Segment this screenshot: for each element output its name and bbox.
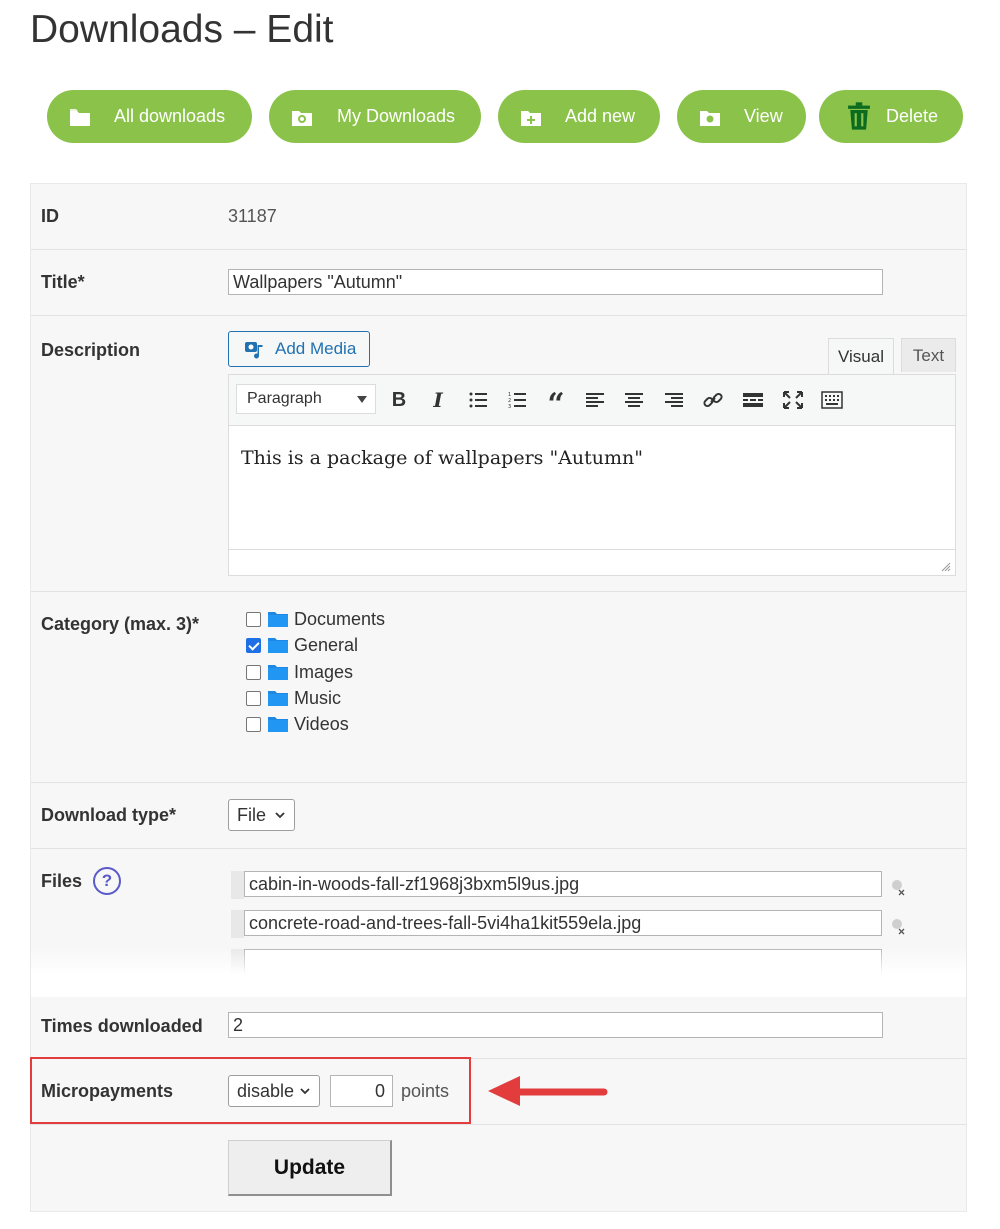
- title-label: Title*: [41, 272, 85, 292]
- view-button[interactable]: View: [677, 90, 806, 143]
- svg-text:3: 3: [508, 404, 511, 409]
- page-title: Downloads – Edit: [30, 8, 334, 51]
- folder-icon: [268, 665, 288, 680]
- title-input[interactable]: Wallpapers "Autumn": [228, 269, 883, 295]
- update-button[interactable]: Update: [228, 1140, 392, 1196]
- my-downloads-label: My Downloads: [337, 106, 456, 126]
- category-name: Videos: [294, 713, 349, 734]
- italic-icon[interactable]: I: [425, 387, 451, 413]
- folder-icon: [268, 691, 288, 706]
- category-label: Category (max. 3)*: [41, 614, 200, 634]
- times-downloaded-input[interactable]: 2: [228, 1012, 883, 1038]
- times-downloaded-row: Times downloaded 2: [31, 994, 966, 1059]
- add-new-label: Add new: [565, 106, 636, 126]
- category-item-documents[interactable]: Documents: [246, 608, 385, 630]
- remove-file-icon[interactable]: [891, 879, 907, 897]
- toolbar-toggle-icon[interactable]: [819, 387, 845, 413]
- category-item-music[interactable]: Music: [246, 687, 341, 709]
- folder-icon: [70, 109, 90, 126]
- help-icon[interactable]: ?: [93, 867, 121, 895]
- all-downloads-label: All downloads: [114, 106, 226, 126]
- editor-toolbar: Paragraph B I 123 “: [229, 375, 955, 426]
- download-type-select[interactable]: File: [228, 799, 295, 831]
- arrow-left-icon: [488, 1076, 608, 1106]
- read-more-icon[interactable]: [740, 387, 766, 413]
- align-right-icon[interactable]: [661, 387, 687, 413]
- folder-camera-icon: [292, 111, 312, 126]
- format-select-value: Paragraph: [247, 390, 322, 407]
- checkbox[interactable]: [246, 664, 261, 680]
- category-item-videos[interactable]: Videos: [246, 713, 349, 735]
- download-type-label: Download type*: [41, 805, 177, 825]
- description-content[interactable]: This is a package of wallpapers "Autumn": [241, 447, 643, 469]
- trash-icon: [848, 102, 870, 130]
- folder-eye-icon: [700, 111, 720, 126]
- id-value: 31187: [228, 206, 277, 226]
- file-input[interactable]: cabin-in-woods-fall-zf1968j3bxm5l9us.jpg: [244, 871, 882, 897]
- description-row: Description Add Media Visual Text Paragr…: [31, 316, 966, 592]
- description-label: Description: [41, 340, 141, 360]
- category-row: Category (max. 3)* Documents General Ima…: [31, 592, 966, 783]
- all-downloads-button[interactable]: All downloads: [47, 90, 252, 143]
- link-icon[interactable]: [700, 387, 726, 413]
- times-downloaded-label: Times downloaded: [41, 1016, 203, 1036]
- tab-visual[interactable]: Visual: [828, 338, 894, 374]
- download-type-value: File: [237, 805, 267, 825]
- checkbox[interactable]: [246, 716, 261, 732]
- bold-icon[interactable]: B: [386, 387, 412, 413]
- chevron-down-icon: [357, 396, 367, 403]
- drag-handle[interactable]: [231, 871, 244, 899]
- file-input[interactable]: concrete-road-and-trees-fall-5vi4ha1kit5…: [244, 910, 882, 936]
- category-name: Music: [294, 687, 342, 708]
- folder-icon: [268, 612, 288, 627]
- align-left-icon[interactable]: [582, 387, 608, 413]
- id-label: ID: [41, 206, 59, 226]
- delete-button[interactable]: Delete: [819, 90, 963, 143]
- description-editor: Paragraph B I 123 “ This is a package of…: [228, 374, 956, 576]
- files-label: Files: [41, 871, 83, 891]
- highlight-box: [30, 1057, 471, 1124]
- fullscreen-icon[interactable]: [780, 387, 806, 413]
- add-media-button[interactable]: Add Media: [228, 331, 370, 367]
- format-select[interactable]: Paragraph: [236, 384, 376, 414]
- category-name: Documents: [294, 608, 386, 629]
- align-center-icon[interactable]: [621, 387, 647, 413]
- view-label: View: [744, 106, 783, 126]
- download-type-row: Download type* File: [31, 783, 966, 849]
- category-name: Images: [294, 661, 354, 682]
- category-item-general[interactable]: General: [246, 634, 358, 656]
- crop-fade: [31, 947, 966, 997]
- bullet-list-icon[interactable]: [465, 387, 491, 413]
- checkbox-checked[interactable]: [246, 637, 261, 653]
- category-item-images[interactable]: Images: [246, 661, 353, 683]
- folder-icon: [268, 638, 288, 653]
- title-row: Title* Wallpapers "Autumn": [31, 250, 966, 316]
- tab-text[interactable]: Text: [901, 338, 956, 372]
- folder-icon: [268, 717, 288, 732]
- checkbox[interactable]: [246, 611, 261, 627]
- delete-label: Delete: [886, 106, 939, 126]
- editor-status-bar: [229, 549, 955, 575]
- my-downloads-button[interactable]: My Downloads: [269, 90, 481, 143]
- folder-plus-icon: [521, 111, 541, 126]
- remove-file-icon[interactable]: [891, 918, 907, 936]
- id-row: ID 31187: [31, 184, 966, 250]
- resize-handle-icon[interactable]: [941, 562, 951, 572]
- checkbox[interactable]: [246, 690, 261, 706]
- chevron-down-icon: [275, 812, 285, 819]
- add-media-label: Add Media: [275, 339, 357, 358]
- add-media-icon: [245, 342, 263, 359]
- drag-handle[interactable]: [231, 910, 244, 938]
- add-new-button[interactable]: Add new: [498, 90, 660, 143]
- blockquote-icon[interactable]: “: [543, 387, 569, 420]
- numbered-list-icon[interactable]: 123: [504, 387, 530, 413]
- category-name: General: [294, 634, 359, 655]
